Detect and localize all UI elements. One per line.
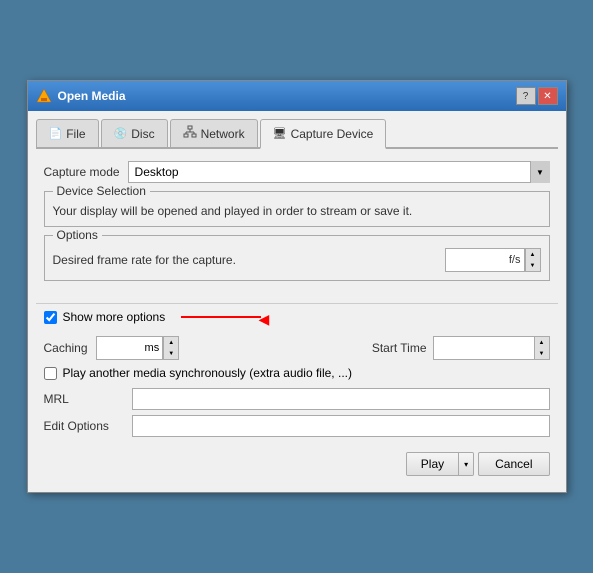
cancel-button[interactable]: Cancel bbox=[478, 452, 549, 476]
mrl-label: MRL bbox=[44, 392, 124, 406]
options-group: Options Desired frame rate for the captu… bbox=[44, 235, 550, 281]
tab-network-label: Network bbox=[201, 127, 245, 141]
device-selection-group: Device Selection Your display will be op… bbox=[44, 191, 550, 227]
mrl-row: MRL screen:// bbox=[44, 388, 550, 410]
close-button[interactable]: ✕ bbox=[538, 87, 558, 105]
options-title: Options bbox=[53, 228, 102, 242]
play-dropdown-button[interactable]: ▾ bbox=[459, 453, 473, 475]
dialog-body: 📄 File 💿 Disc bbox=[28, 111, 566, 492]
capture-icon: 🖥 bbox=[273, 127, 287, 140]
play-sync-row: Play another media synchronously (extra … bbox=[44, 366, 550, 380]
dialog-title: Open Media bbox=[58, 89, 126, 103]
play-button-group: Play ▾ bbox=[406, 452, 474, 476]
help-button[interactable]: ? bbox=[516, 87, 536, 105]
frame-rate-down[interactable]: ▼ bbox=[526, 260, 540, 271]
edit-options-row: Edit Options :screen-fps=10.000000 :live… bbox=[44, 415, 550, 437]
capture-mode-row: Capture mode Desktop DirectShow TV - dig… bbox=[44, 161, 550, 183]
open-media-dialog: Open Media ? ✕ 📄 File 💿 Disc bbox=[27, 80, 567, 493]
device-selection-message: Your display will be opened and played i… bbox=[53, 204, 541, 218]
start-time-up[interactable]: ▲ bbox=[535, 337, 549, 348]
network-icon bbox=[183, 125, 197, 142]
edit-options-label: Edit Options bbox=[44, 419, 124, 433]
capture-mode-select[interactable]: Desktop DirectShow TV - digital TV - ana… bbox=[128, 161, 550, 183]
tab-capture[interactable]: 🖥 Capture Device bbox=[260, 119, 387, 149]
caching-up[interactable]: ▲ bbox=[164, 337, 178, 348]
edit-options-input[interactable]: :screen-fps=10.000000 :live-caching=300 bbox=[132, 415, 550, 437]
tab-disc-label: Disc bbox=[131, 127, 154, 141]
frame-rate-label: Desired frame rate for the capture. bbox=[53, 253, 236, 267]
frame-rate-unit: f/s bbox=[506, 249, 525, 271]
tab-bar: 📄 File 💿 Disc bbox=[36, 119, 558, 149]
caching-spinner: ▲ ▼ bbox=[163, 337, 178, 359]
start-time-spinner: ▲ ▼ bbox=[534, 337, 549, 359]
start-time-group: Start Time 00H:00m:00s.000 ▲ ▼ bbox=[372, 336, 550, 360]
show-more-row: Show more options ◀ bbox=[36, 310, 558, 324]
frame-rate-spinner: ▲ ▼ bbox=[525, 249, 540, 271]
tab-file[interactable]: 📄 File bbox=[36, 119, 99, 147]
mrl-input[interactable]: screen:// bbox=[132, 388, 550, 410]
tab-content: Capture mode Desktop DirectShow TV - dig… bbox=[36, 157, 558, 297]
start-time-input[interactable]: 00H:00m:00s.000 bbox=[434, 337, 534, 359]
frame-rate-spinbox: 10.00 f/s ▲ ▼ bbox=[445, 248, 541, 272]
tab-capture-label: Capture Device bbox=[291, 127, 374, 141]
tab-disc[interactable]: 💿 Disc bbox=[101, 119, 168, 147]
capture-mode-label: Capture mode bbox=[44, 165, 120, 179]
more-options-section: Caching 300 ms ▲ ▼ Start Time 00H:00m:00… bbox=[36, 332, 558, 446]
show-more-label[interactable]: Show more options bbox=[63, 310, 166, 324]
caching-label: Caching bbox=[44, 341, 88, 355]
frame-rate-row: Desired frame rate for the capture. 10.0… bbox=[53, 248, 541, 272]
caching-input[interactable]: 300 bbox=[97, 337, 142, 359]
tab-network[interactable]: Network bbox=[170, 119, 258, 147]
caching-spinbox: 300 ms ▲ ▼ bbox=[96, 336, 180, 360]
caching-unit: ms bbox=[142, 337, 164, 359]
capture-mode-select-wrapper: Desktop DirectShow TV - digital TV - ana… bbox=[128, 161, 550, 183]
start-time-label: Start Time bbox=[372, 341, 427, 355]
frame-rate-input[interactable]: 10.00 bbox=[446, 249, 506, 271]
vlc-icon bbox=[36, 88, 52, 104]
arrow-indicator: ◀ bbox=[171, 316, 261, 318]
title-bar: Open Media ? ✕ bbox=[28, 81, 566, 111]
file-icon: 📄 bbox=[49, 127, 63, 140]
caching-row: Caching 300 ms ▲ ▼ Start Time 00H:00m:00… bbox=[44, 336, 550, 360]
caching-down[interactable]: ▼ bbox=[164, 348, 178, 359]
window-controls: ? ✕ bbox=[516, 87, 558, 105]
play-sync-checkbox[interactable] bbox=[44, 367, 57, 380]
start-time-spinbox: 00H:00m:00s.000 ▲ ▼ bbox=[433, 336, 550, 360]
divider-1 bbox=[36, 303, 558, 304]
play-button[interactable]: Play bbox=[407, 453, 459, 475]
start-time-down[interactable]: ▼ bbox=[535, 348, 549, 359]
frame-rate-up[interactable]: ▲ bbox=[526, 249, 540, 260]
play-sync-label[interactable]: Play another media synchronously (extra … bbox=[63, 366, 352, 380]
disc-icon: 💿 bbox=[114, 127, 128, 140]
device-selection-title: Device Selection bbox=[53, 184, 150, 198]
show-more-checkbox[interactable] bbox=[44, 311, 57, 324]
button-row: Play ▾ Cancel bbox=[36, 446, 558, 484]
tab-file-label: File bbox=[66, 127, 85, 141]
